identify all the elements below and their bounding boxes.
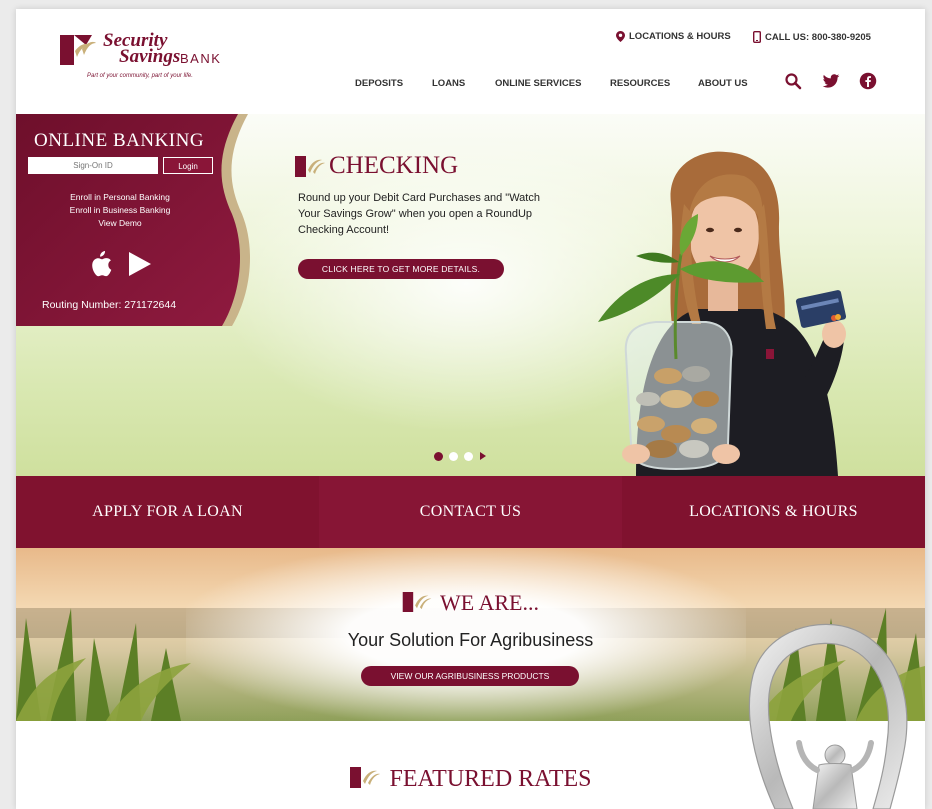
facebook-icon[interactable] — [859, 72, 877, 90]
nav-item-about-us[interactable]: ABOUT US — [698, 78, 748, 89]
checking-mark-icon — [295, 156, 325, 177]
locations-hours-link[interactable]: LOCATIONS & HOURS — [616, 31, 731, 42]
nav-item-loans[interactable]: LOANS — [432, 78, 465, 89]
woman-holding-jar-photo — [598, 151, 847, 476]
nav-item-deposits[interactable]: DEPOSITS — [355, 78, 403, 89]
logo-mark-icon — [60, 35, 96, 65]
twitter-icon[interactable] — [822, 72, 840, 90]
enroll-business-link[interactable]: Enroll in Business Banking — [34, 205, 206, 215]
apple-icon[interactable] — [90, 251, 112, 277]
locations-hours-button[interactable]: LOCATIONS & HOURS — [622, 476, 925, 548]
checking-text: Round up your Debit Card Purchases and "… — [298, 192, 540, 236]
carousel-dot-1[interactable] — [434, 451, 443, 461]
we-are-mark-icon — [402, 592, 432, 612]
signon-id-input[interactable] — [28, 157, 158, 174]
cta-band: APPLY FOR A LOAN CONTACT US LOCATIONS & … — [16, 476, 925, 548]
we-are-heading: WE ARE... — [16, 590, 925, 616]
routing-number: Routing Number: 271172644 — [42, 299, 177, 311]
online-banking-panel: ONLINE BANKING Login Enroll in Personal … — [16, 114, 261, 326]
call-us-label: CALL US: 800-380-9205 — [765, 31, 871, 43]
view-demo-link[interactable]: View Demo — [34, 218, 206, 228]
enroll-personal-link[interactable]: Enroll in Personal Banking — [34, 192, 206, 202]
map-pin-icon — [616, 31, 625, 42]
carousel-play-icon[interactable] — [479, 451, 487, 461]
award-trophy-badge — [748, 623, 908, 809]
bank-logo[interactable]: Security Savings BANK Part of your commu… — [60, 29, 240, 94]
locations-hours-label: LOCATIONS & HOURS — [629, 31, 731, 42]
contact-us-button[interactable]: CONTACT US — [319, 476, 622, 548]
nav-item-online-services[interactable]: ONLINE SERVICES — [495, 78, 581, 89]
checking-details-button[interactable]: CLICK HERE TO GET MORE DETAILS. — [298, 259, 504, 279]
apply-loan-button[interactable]: APPLY FOR A LOAN — [16, 476, 319, 548]
carousel-dot-3[interactable] — [464, 451, 473, 461]
logo-name-suffix: BANK — [180, 51, 222, 66]
nav-item-resources[interactable]: RESOURCES — [610, 78, 670, 89]
online-banking-title: ONLINE BANKING — [34, 130, 205, 151]
featured-rates-mark-icon — [350, 767, 381, 788]
logo-name-line2: Savings — [119, 46, 181, 67]
google-play-icon[interactable] — [128, 251, 152, 277]
search-icon[interactable] — [784, 72, 802, 90]
checking-title: CHECKING — [329, 152, 459, 179]
carousel-dot-2[interactable] — [449, 451, 458, 461]
featured-rates-title: FEATURED RATES — [389, 766, 592, 792]
login-button[interactable]: Login — [163, 157, 213, 174]
carousel-indicators — [434, 451, 487, 461]
call-us-link[interactable]: CALL US: 800-380-9205 — [753, 31, 871, 43]
hero-carousel: ONLINE BANKING Login Enroll in Personal … — [16, 114, 925, 476]
we-are-title: WE ARE... — [440, 590, 539, 615]
phone-icon — [753, 31, 761, 43]
agribusiness-products-button[interactable]: VIEW OUR AGRIBUSINESS PRODUCTS — [361, 666, 579, 686]
logo-tagline: Part of your community, part of your lif… — [87, 73, 193, 79]
